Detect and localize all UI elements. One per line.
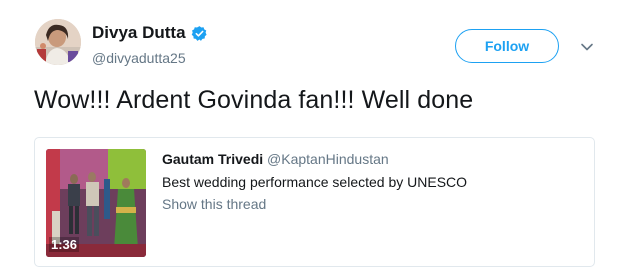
author-name-row: Divya Dutta (92, 23, 208, 43)
quoted-author-handle: @KaptanHindustan (267, 151, 389, 167)
verified-badge-icon (191, 25, 208, 42)
tweet-text: Wow!!! Ardent Govinda fan!!! Well done (34, 86, 474, 114)
show-thread-link[interactable]: Show this thread (162, 196, 266, 212)
video-duration: 1:36 (49, 237, 80, 252)
tweet-card: Divya Dutta @divyadutta25 Follow Wow!!! … (0, 0, 630, 278)
video-thumbnail[interactable]: 1:36 (46, 149, 146, 257)
quoted-tweet-text: Best wedding performance selected by UNE… (162, 174, 468, 190)
author-avatar[interactable] (35, 19, 81, 65)
follow-button[interactable]: Follow (455, 29, 559, 63)
avatar-image (35, 19, 81, 65)
author-handle[interactable]: @divyadutta25 (92, 50, 186, 66)
quoted-tweet-card[interactable]: 1:36 Gautam Trivedi @KaptanHindustan Bes… (34, 137, 595, 267)
quoted-tweet-header: Gautam Trivedi @KaptanHindustan (162, 151, 389, 167)
chevron-down-icon[interactable] (580, 40, 594, 52)
author-display-name[interactable]: Divya Dutta (92, 23, 186, 43)
quoted-author-name: Gautam Trivedi (162, 151, 264, 167)
